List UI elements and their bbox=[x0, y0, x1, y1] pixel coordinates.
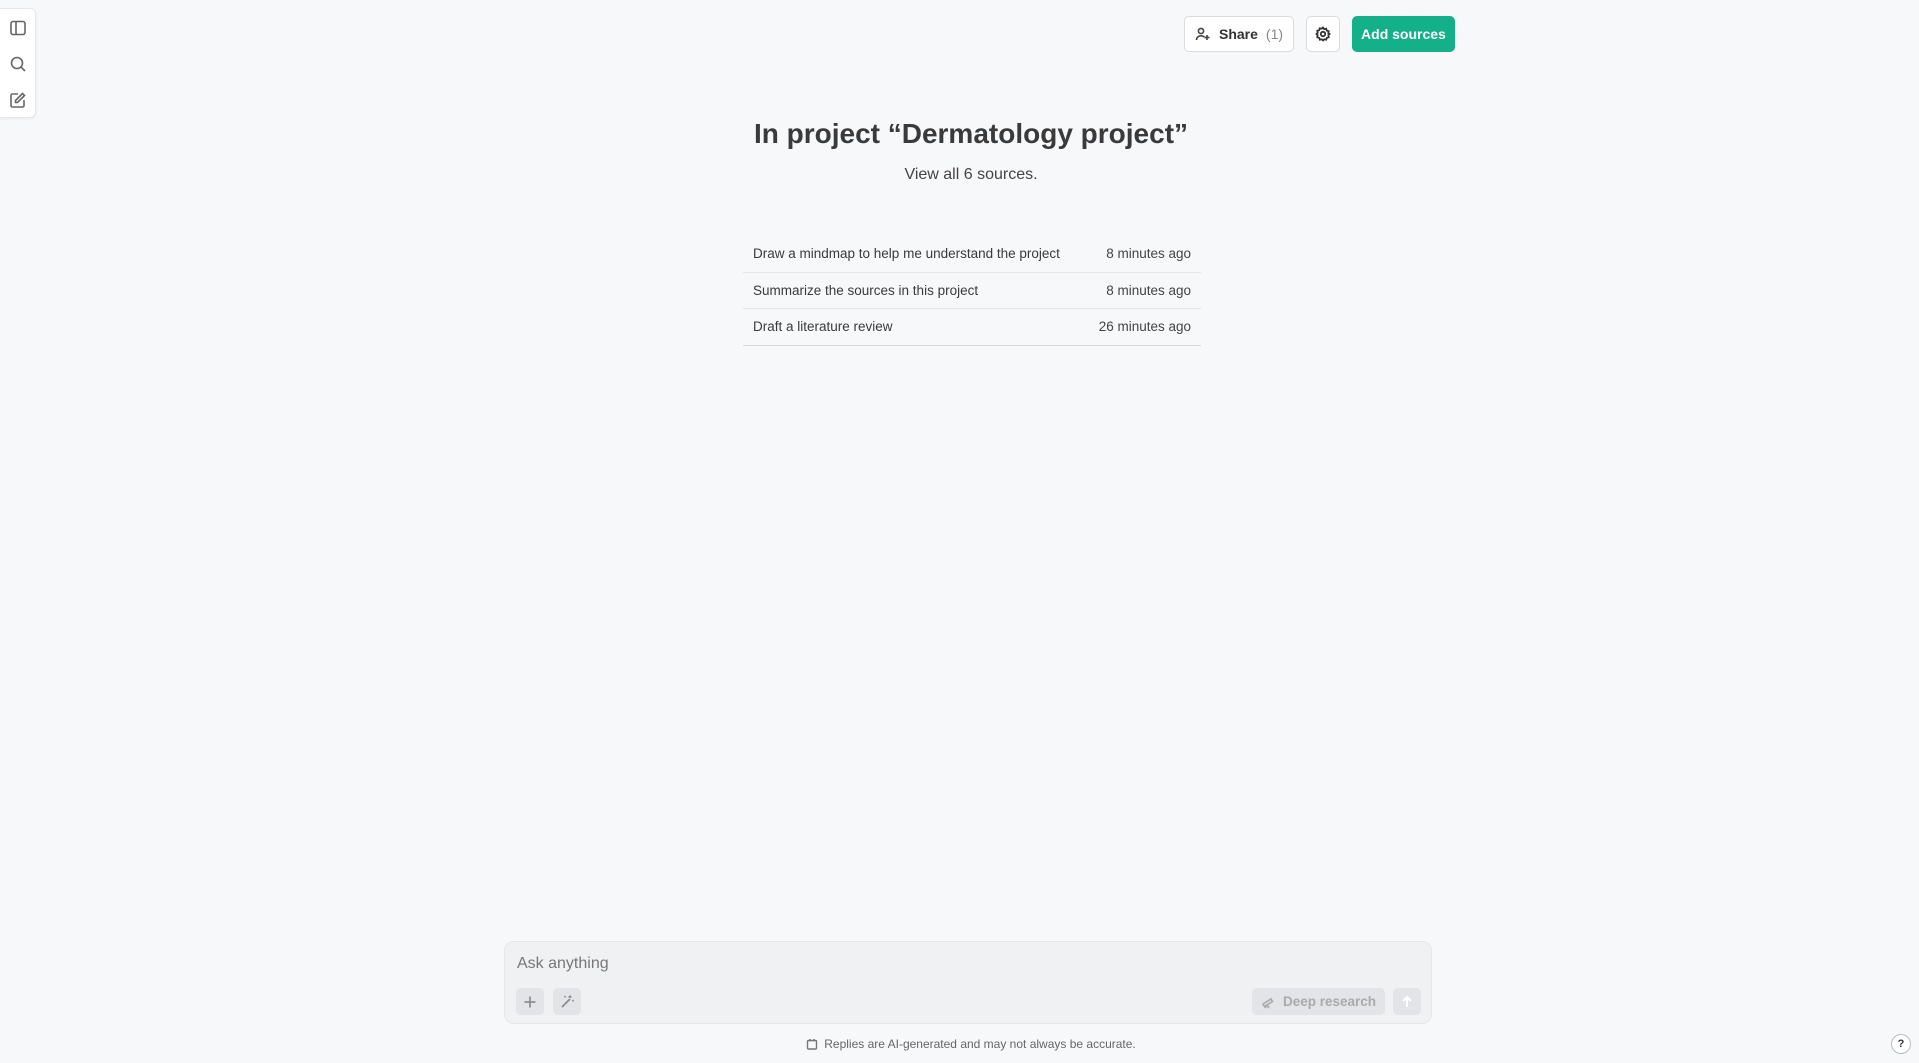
page-title: In project “Dermatology project” bbox=[753, 118, 1189, 149]
list-item-time: 26 minutes ago bbox=[1098, 319, 1191, 335]
share-count: (1) bbox=[1265, 26, 1284, 42]
help-button[interactable]: ? bbox=[1891, 1034, 1911, 1054]
ask-input[interactable] bbox=[517, 952, 1417, 976]
telescope-icon bbox=[1261, 997, 1274, 1008]
arrow-up-icon bbox=[1402, 995, 1412, 1007]
list-item-label: Summarize the sources in this project bbox=[753, 282, 979, 298]
calendar-icon bbox=[807, 1039, 818, 1050]
icon-rail bbox=[0, 8, 36, 118]
ai-disclaimer: Replies are AI-generated and may not alw… bbox=[0, 1037, 1919, 1051]
list-item[interactable]: Draw a mindmap to help me understand the… bbox=[743, 236, 1201, 273]
list-item[interactable]: Summarize the sources in this project 8 … bbox=[743, 273, 1201, 309]
deep-research-label: Deep research bbox=[1283, 994, 1377, 1009]
search-icon[interactable] bbox=[7, 53, 29, 75]
recent-chats-list: Draw a mindmap to help me understand the… bbox=[743, 236, 1201, 346]
send-button[interactable] bbox=[1393, 988, 1421, 1015]
deep-research-button[interactable]: Deep research bbox=[1252, 988, 1386, 1015]
top-toolbar: Share (1) Add sources bbox=[1184, 16, 1455, 52]
users-icon bbox=[1195, 27, 1210, 41]
list-item[interactable]: Draft a literature review 26 minutes ago bbox=[743, 309, 1201, 346]
share-label: Share bbox=[1219, 26, 1258, 42]
list-item-time: 8 minutes ago bbox=[1106, 246, 1191, 262]
view-sources-link[interactable]: View all 6 sources. bbox=[0, 166, 1919, 184]
list-item-label: Draw a mindmap to help me understand the… bbox=[753, 246, 1060, 262]
sidebar-toggle-icon[interactable] bbox=[7, 17, 29, 39]
list-item-time: 8 minutes ago bbox=[1106, 282, 1191, 298]
new-chat-icon[interactable] bbox=[7, 89, 29, 111]
settings-button[interactable] bbox=[1306, 16, 1341, 52]
share-button[interactable]: Share (1) bbox=[1184, 16, 1295, 52]
composer: Deep research bbox=[504, 941, 1432, 1024]
attach-button[interactable] bbox=[516, 988, 544, 1015]
list-item-label: Draft a literature review bbox=[753, 319, 893, 335]
disclaimer-text: Replies are AI-generated and may not alw… bbox=[824, 1037, 1136, 1051]
app-page: Share (1) Add sources In project “Dermat… bbox=[0, 0, 1919, 1063]
magic-wand-icon bbox=[561, 995, 574, 1008]
gear-icon bbox=[1315, 26, 1331, 42]
add-sources-button[interactable]: Add sources bbox=[1352, 16, 1455, 52]
magic-wand-button[interactable] bbox=[553, 988, 581, 1015]
plus-icon bbox=[524, 996, 536, 1007]
